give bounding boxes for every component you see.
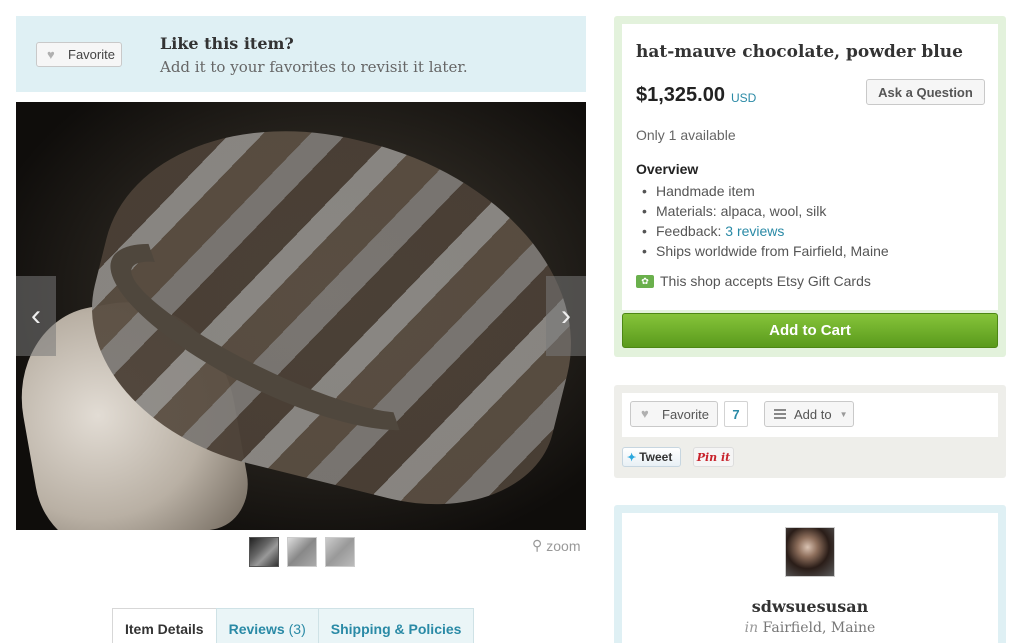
favorite-banner-title: Like this item? bbox=[160, 34, 294, 53]
tab-reviews[interactable]: Reviews (3) bbox=[215, 608, 319, 643]
buy-box: hat-mauve chocolate, powder blue $1,325.… bbox=[614, 16, 1006, 357]
favorite-item-button[interactable]: ♥ Favorite bbox=[630, 401, 718, 427]
heart-icon: ♥ bbox=[47, 46, 55, 62]
overview-heading: Overview bbox=[636, 161, 699, 177]
tab-shipping-policies[interactable]: Shipping & Policies bbox=[317, 608, 475, 643]
shop-name[interactable]: sdwsuesusan bbox=[622, 597, 998, 616]
buy-box-inner: hat-mauve chocolate, powder blue $1,325.… bbox=[622, 24, 998, 310]
tab-item-details[interactable]: Item Details bbox=[112, 608, 217, 643]
tab-label: Reviews bbox=[228, 620, 285, 637]
overview-handmade: Handmade item bbox=[642, 181, 889, 201]
overview-ships: Ships worldwide from Fairfield, Maine bbox=[642, 241, 889, 261]
shop-box: sdwsuesusan in Fairfield, Maine bbox=[614, 505, 1006, 643]
tab-label: Item Details bbox=[125, 620, 204, 637]
tweet-label: Tweet bbox=[639, 450, 673, 464]
listing-title: hat-mauve chocolate, powder blue bbox=[636, 42, 963, 62]
pinit-button[interactable]: Pin it bbox=[693, 447, 734, 467]
favorite-banner: ♥ Favorite Like this item? Add it to you… bbox=[16, 16, 586, 92]
gift-cards-notice: ✿ This shop accepts Etsy Gift Cards bbox=[636, 273, 871, 289]
shop-box-inner: sdwsuesusan in Fairfield, Maine bbox=[622, 513, 998, 643]
heart-icon: ♥ bbox=[641, 406, 649, 421]
list-icon bbox=[774, 409, 786, 419]
listing-price: $1,325.00 bbox=[636, 84, 725, 106]
zoom-link[interactable]: ⚲ zoom bbox=[532, 537, 581, 554]
favorite-button[interactable]: ♥ Favorite bbox=[36, 42, 122, 67]
gift-cards-text: This shop accepts Etsy Gift Cards bbox=[660, 273, 871, 289]
next-image-arrow-icon[interactable]: › bbox=[546, 276, 586, 356]
ask-question-button[interactable]: Ask a Question bbox=[866, 79, 985, 105]
reviews-link[interactable]: 3 reviews bbox=[725, 223, 784, 239]
location-text: Fairfield, Maine bbox=[762, 620, 876, 636]
favorite-item-label: Favorite bbox=[662, 406, 709, 422]
social-box: ♥ Favorite 7 Add to ▼ ✦ Tweet Pin it bbox=[614, 385, 1006, 478]
overview-feedback: Feedback: 3 reviews bbox=[642, 221, 889, 241]
favorite-button-label: Favorite bbox=[68, 47, 115, 62]
tweet-button[interactable]: ✦ Tweet bbox=[622, 447, 681, 467]
overview-materials: Materials: alpaca, wool, silk bbox=[642, 201, 889, 221]
location-prefix: in bbox=[744, 620, 759, 636]
shop-owner-avatar[interactable] bbox=[785, 527, 835, 577]
shop-location: in Fairfield, Maine bbox=[622, 620, 998, 636]
zoom-label: zoom bbox=[546, 537, 581, 554]
thumbnail-1[interactable] bbox=[249, 537, 279, 567]
thumbnail-strip bbox=[249, 537, 355, 567]
favorite-banner-subtitle: Add it to your favorites to revisit it l… bbox=[160, 58, 468, 76]
overview-list: Handmade item Materials: alpaca, wool, s… bbox=[642, 181, 889, 261]
gift-card-icon: ✿ bbox=[636, 274, 654, 288]
twitter-bird-icon: ✦ bbox=[627, 451, 637, 464]
feedback-prefix: Feedback: bbox=[656, 223, 722, 239]
caret-down-icon: ▼ bbox=[839, 409, 848, 419]
add-to-cart-button[interactable]: Add to Cart bbox=[622, 313, 998, 348]
add-to-label: Add to bbox=[794, 406, 832, 422]
listing-tabs: Item Details Reviews (3) Shipping & Poli… bbox=[112, 608, 475, 643]
social-box-inner: ♥ Favorite 7 Add to ▼ bbox=[622, 393, 998, 437]
magnifier-icon: ⚲ bbox=[532, 537, 543, 553]
add-to-list-button[interactable]: Add to ▼ bbox=[764, 401, 854, 427]
tab-label: Shipping & Policies bbox=[330, 620, 462, 637]
availability-text: Only 1 available bbox=[636, 127, 736, 143]
tab-count: (3) bbox=[288, 620, 306, 637]
thumbnail-3[interactable] bbox=[325, 537, 355, 567]
favorite-count[interactable]: 7 bbox=[724, 401, 748, 427]
listing-main-image[interactable]: ‹ › bbox=[16, 102, 586, 530]
previous-image-arrow-icon[interactable]: ‹ bbox=[16, 276, 56, 356]
thumbnail-2[interactable] bbox=[287, 537, 317, 567]
currency-code[interactable]: USD bbox=[731, 91, 756, 105]
